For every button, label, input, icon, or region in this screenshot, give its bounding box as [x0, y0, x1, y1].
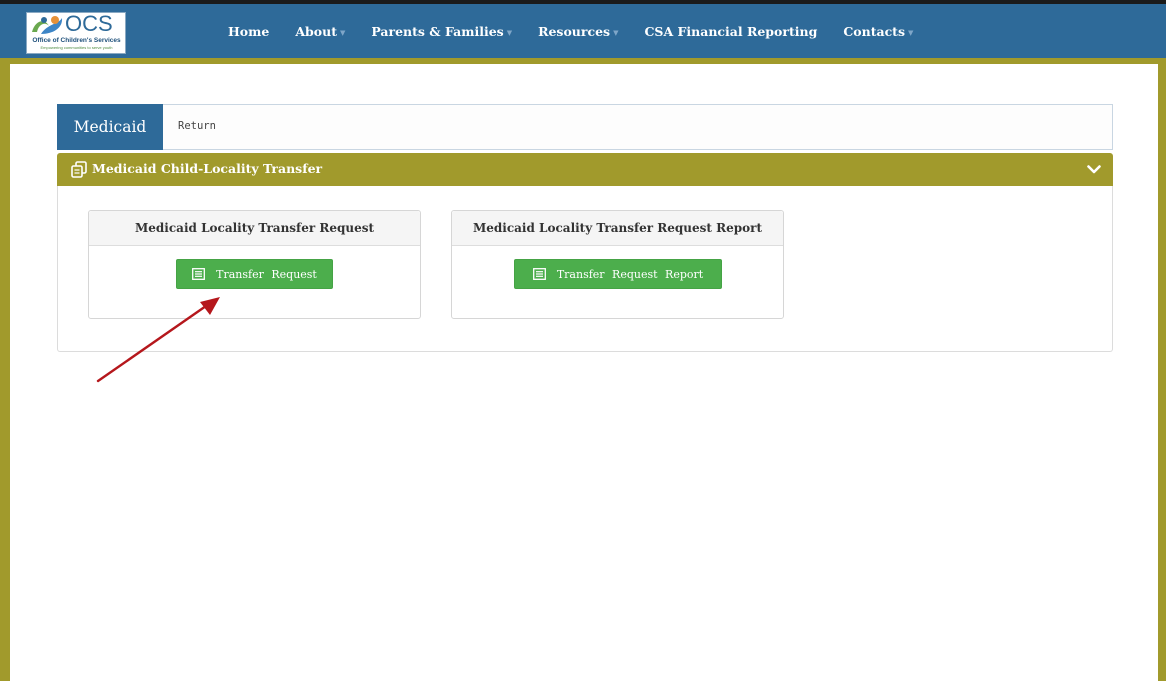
button-label: Transfer Request [216, 267, 317, 281]
card-title: Medicaid Locality Transfer Request [89, 211, 420, 246]
panel-header: Medicaid Child-Locality Transfer [57, 153, 1113, 186]
dropdown-caret-icon: ▼ [908, 27, 914, 37]
content-area: Medicaid Return Medicaid Child-Locality … [10, 64, 1158, 681]
panel-title: Medicaid Child-Locality Transfer [92, 161, 323, 176]
list-icon [532, 268, 546, 280]
nav-item-resources[interactable]: Resources ▼ [538, 24, 618, 39]
nav-item-csa-financial-reporting[interactable]: CSA Financial Reporting [644, 24, 817, 39]
ocs-logo[interactable]: OCS Office of Children's Services Empowe… [26, 12, 126, 54]
transfer-request-report-card: Medicaid Locality Transfer Request Repor… [451, 210, 784, 319]
dropdown-caret-icon: ▼ [339, 27, 346, 37]
dropdown-caret-icon: ▼ [613, 27, 619, 37]
logo-subtitle: Office of Children's Services [32, 37, 121, 44]
card-title: Medicaid Locality Transfer Request Repor… [452, 211, 783, 246]
list-icon [192, 268, 206, 280]
copy-icon [71, 161, 87, 178]
panel-body: Medicaid Locality Transfer Request Trans… [57, 186, 1113, 352]
nav-item-about[interactable]: About ▼ [295, 24, 345, 39]
chevron-down-icon[interactable] [1087, 163, 1101, 175]
logo-name: OCS [65, 12, 113, 36]
logo-mark-icon [32, 16, 63, 34]
page-frame: Medicaid Return Medicaid Child-Locality … [0, 58, 1166, 681]
transfer-request-report-button[interactable]: Transfer Request Report [514, 259, 722, 289]
nav-item-parents-families[interactable]: Parents & Families ▼ [371, 24, 512, 39]
page-title: Medicaid [57, 104, 163, 150]
nav-item-contacts[interactable]: Contacts ▼ [843, 24, 913, 39]
page-header: Medicaid Return [57, 104, 1113, 150]
button-label: Transfer Request Report [556, 267, 704, 281]
transfer-request-button[interactable]: Transfer Request [176, 259, 333, 289]
logo-tagline: Empowering communities to serve youth [40, 45, 113, 50]
nav-item-home[interactable]: Home [228, 24, 269, 39]
return-link[interactable]: Return [178, 120, 216, 132]
nav-menu: Home About ▼ Parents & Families ▼ Resour… [228, 4, 939, 58]
transfer-request-card: Medicaid Locality Transfer Request Trans… [88, 210, 421, 319]
dropdown-caret-icon: ▼ [506, 27, 513, 37]
main-navbar: OCS Office of Children's Services Empowe… [0, 4, 1166, 58]
